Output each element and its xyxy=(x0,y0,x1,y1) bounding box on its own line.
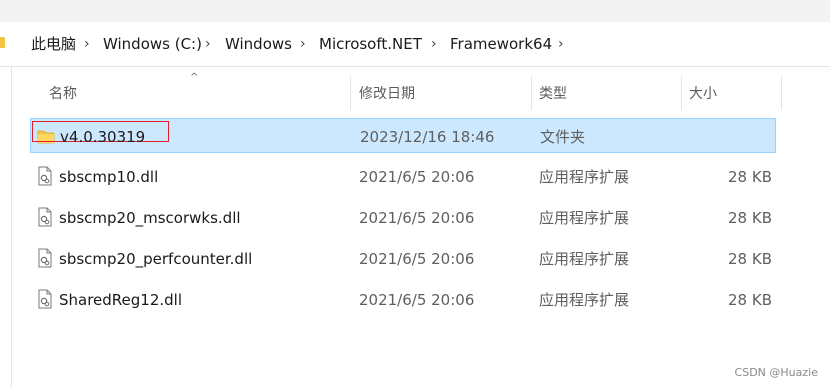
file-size: 28 KB xyxy=(728,168,772,186)
chevron-right-icon[interactable]: › xyxy=(558,33,564,55)
column-header-type[interactable]: 类型 xyxy=(539,84,567,104)
breadcrumb-windows[interactable]: Windows xyxy=(225,33,292,55)
watermark: CSDN @Huazie xyxy=(734,366,818,379)
column-header-name[interactable]: 名称 xyxy=(49,84,77,104)
file-type: 应用程序扩展 xyxy=(539,250,630,268)
file-type: 应用程序扩展 xyxy=(539,291,630,309)
chevron-right-icon[interactable]: › xyxy=(205,33,211,55)
window-top-strip xyxy=(0,0,830,22)
file-type: 应用程序扩展 xyxy=(539,209,630,227)
file-date: 2021/6/5 20:06 xyxy=(359,168,475,186)
file-date: 2021/6/5 20:06 xyxy=(359,209,475,227)
column-header-size[interactable]: 大小 xyxy=(689,84,717,104)
file-name: sbscmp20_mscorwks.dll xyxy=(59,209,241,227)
dll-file-icon xyxy=(38,248,52,268)
file-type: 应用程序扩展 xyxy=(539,168,630,186)
file-name: sbscmp10.dll xyxy=(59,168,159,186)
dll-file-icon xyxy=(38,289,52,309)
file-row[interactable]: sbscmp20_mscorwks.dll 2021/6/5 20:06 应用程… xyxy=(30,200,776,235)
file-date: 2021/6/5 20:06 xyxy=(359,250,475,268)
file-row[interactable]: sbscmp10.dll 2021/6/5 20:06 应用程序扩展 28 KB xyxy=(30,159,776,194)
file-size: 28 KB xyxy=(728,209,772,227)
nav-pane-divider xyxy=(11,67,12,387)
chevron-right-icon[interactable]: › xyxy=(300,33,306,55)
file-date: 2021/6/5 20:06 xyxy=(359,291,475,309)
file-name: sbscmp20_perfcounter.dll xyxy=(59,250,253,268)
chevron-right-icon[interactable]: › xyxy=(431,33,437,55)
chevron-right-icon[interactable]: › xyxy=(84,33,90,55)
breadcrumb-framework64[interactable]: Framework64 xyxy=(450,33,552,55)
file-name: SharedReg12.dll xyxy=(59,291,183,309)
column-divider[interactable] xyxy=(531,76,532,110)
breadcrumb-microsoft-net[interactable]: Microsoft.NET xyxy=(319,33,422,55)
file-name: v4.0.30319 xyxy=(60,128,146,146)
column-divider[interactable] xyxy=(681,76,682,110)
file-row[interactable]: SharedReg12.dll 2021/6/5 20:06 应用程序扩展 28… xyxy=(30,282,776,317)
file-type: 文件夹 xyxy=(540,128,586,146)
breadcrumb-drive-c[interactable]: Windows (C:) xyxy=(103,33,202,55)
file-row[interactable]: sbscmp20_perfcounter.dll 2021/6/5 20:06 … xyxy=(30,241,776,276)
column-header-date[interactable]: 修改日期 xyxy=(359,84,415,104)
sort-ascending-icon: ^ xyxy=(190,72,199,83)
file-date: 2023/12/16 18:46 xyxy=(360,128,495,146)
breadcrumb-this-pc[interactable]: 此电脑 xyxy=(31,33,76,55)
address-bar[interactable]: 此电脑 › Windows (C:) › Windows › Microsoft… xyxy=(0,22,830,67)
column-divider[interactable] xyxy=(350,76,351,110)
file-size: 28 KB xyxy=(728,291,772,309)
column-divider[interactable] xyxy=(781,76,782,110)
dll-file-icon xyxy=(38,166,52,186)
dll-file-icon xyxy=(38,207,52,227)
file-size: 28 KB xyxy=(728,250,772,268)
file-row-selected[interactable]: v4.0.30319 2023/12/16 18:46 文件夹 xyxy=(30,118,776,153)
folder-icon xyxy=(0,37,5,48)
